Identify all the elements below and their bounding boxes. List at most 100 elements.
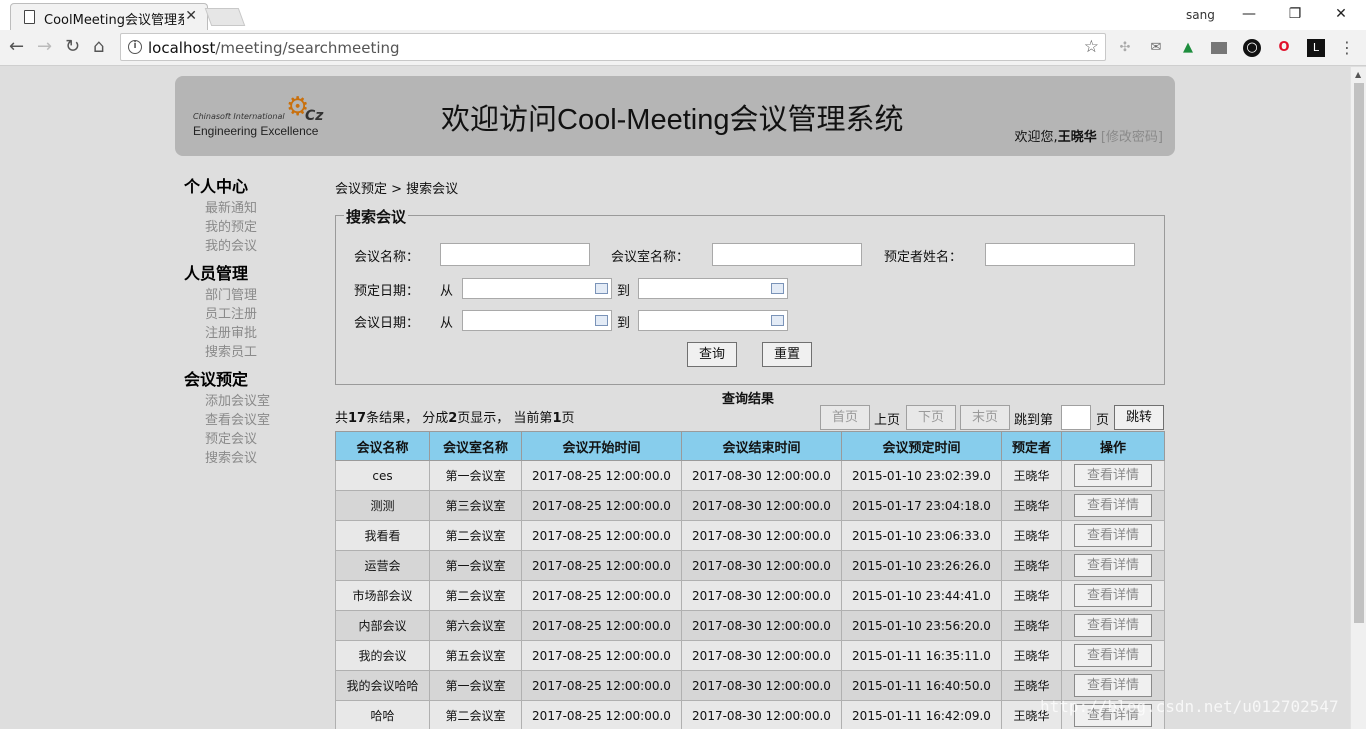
column-header: 预定者 bbox=[1001, 431, 1062, 461]
address-bar[interactable]: i localhost/meeting/searchmeeting ☆ bbox=[120, 33, 1106, 61]
table-cell: 2015-01-11 16:42:09.0 bbox=[841, 700, 1002, 729]
change-password-link[interactable]: [修改密码] bbox=[1101, 130, 1163, 145]
calendar-icon[interactable] bbox=[595, 315, 608, 326]
table-cell: 2017-08-25 12:00:00.0 bbox=[521, 610, 682, 641]
table-cell: 王晓华 bbox=[1001, 610, 1062, 641]
calendar-icon[interactable] bbox=[771, 283, 784, 294]
sidebar-section-title: 个人中心 bbox=[184, 179, 249, 196]
forward-icon[interactable]: → bbox=[37, 36, 52, 58]
table-row: ces 第一会议室 2017-08-25 12:00:00.0 2017-08-30 … bbox=[335, 460, 1165, 491]
table-cell: 哈哈 bbox=[335, 700, 430, 729]
calendar-icon[interactable] bbox=[771, 315, 784, 326]
welcome-text: 欢迎您,王晓华 [修改密码] bbox=[1014, 130, 1163, 145]
browser-tab-bar: CoolMeeting会议管理系 ✕ sang — ❐ ✕ bbox=[0, 0, 1366, 30]
view-details-button[interactable]: 查看详情 bbox=[1074, 614, 1152, 637]
results-summary: 共17条结果， 分成2页显示， 当前第1页 bbox=[335, 411, 575, 426]
jump-page-input[interactable] bbox=[1061, 405, 1091, 430]
sidebar-item-search-meetings[interactable]: 搜索会议 bbox=[205, 449, 304, 468]
search-form: 搜索会议 会议名称： 会议室名称： 预定者姓名： 预定日期： 从 到 会议日期：… bbox=[335, 206, 1165, 385]
sidebar-section-title: 会议预定 bbox=[184, 372, 249, 389]
last-page-button[interactable]: 末页 bbox=[960, 405, 1010, 430]
close-window-button[interactable]: ✕ bbox=[1318, 3, 1364, 25]
sidebar-item-latest-notices[interactable]: 最新通知 bbox=[205, 199, 304, 218]
watermark: http://blog.csdn.net/u012702547 bbox=[1040, 697, 1339, 716]
page-viewport: ⚙ Cz Chinasoft International Engineering… bbox=[0, 67, 1350, 729]
meeting-date-to-input[interactable] bbox=[638, 310, 788, 331]
tab-close-icon[interactable]: ✕ bbox=[185, 8, 197, 24]
next-page-button[interactable]: 下页 bbox=[906, 405, 956, 430]
column-header: 操作 bbox=[1061, 431, 1165, 461]
meeting-name-input[interactable] bbox=[440, 243, 590, 266]
table-cell: 王晓华 bbox=[1001, 520, 1062, 551]
home-icon[interactable]: ⌂ bbox=[93, 36, 104, 58]
table-row: 运营会 第一会议室 2017-08-25 12:00:00.0 2017-08-30 … bbox=[335, 550, 1165, 581]
calendar-icon[interactable] bbox=[595, 283, 608, 294]
table-cell: 2017-08-30 12:00:00.0 bbox=[681, 580, 842, 611]
table-cell: 2017-08-25 12:00:00.0 bbox=[521, 580, 682, 611]
jump-prefix-label: 跳到第 bbox=[1014, 413, 1054, 428]
view-details-button[interactable]: 查看详情 bbox=[1074, 644, 1152, 667]
results-title: 查询结果 bbox=[722, 392, 775, 407]
sidebar-item-my-reservations[interactable]: 我的预定 bbox=[205, 218, 304, 237]
reset-button[interactable]: 重置 bbox=[762, 342, 812, 367]
view-details-button[interactable]: 查看详情 bbox=[1074, 584, 1152, 607]
table-cell: 王晓华 bbox=[1001, 460, 1062, 491]
restore-button[interactable]: ❐ bbox=[1272, 3, 1318, 25]
table-cell: 2017-08-25 12:00:00.0 bbox=[521, 490, 682, 521]
view-details-button[interactable]: 查看详情 bbox=[1074, 494, 1152, 517]
view-details-button[interactable]: 查看详情 bbox=[1074, 674, 1152, 697]
first-page-button[interactable]: 首页 bbox=[820, 405, 870, 430]
page-scrollbar[interactable]: ▲ bbox=[1350, 67, 1366, 729]
meeting-date-from-input[interactable] bbox=[462, 310, 612, 331]
table-cell: 王晓华 bbox=[1001, 550, 1062, 581]
sidebar-item-register-employee[interactable]: 员工注册 bbox=[205, 305, 304, 324]
sidebar-item-search-employees[interactable]: 搜索员工 bbox=[205, 343, 304, 362]
scroll-up-icon[interactable]: ▲ bbox=[1355, 70, 1361, 79]
sidebar-item-my-meetings[interactable]: 我的会议 bbox=[205, 237, 304, 256]
view-details-button[interactable]: 查看详情 bbox=[1074, 524, 1152, 547]
circle-extension-icon[interactable]: ○ bbox=[1243, 39, 1261, 57]
profile-name[interactable]: sang bbox=[1186, 8, 1215, 22]
table-cell: 2017-08-25 12:00:00.0 bbox=[521, 700, 682, 729]
extension-puzzle-icon[interactable]: ✣ bbox=[1116, 39, 1134, 57]
table-cell: 市场部会议 bbox=[335, 580, 430, 611]
jump-button[interactable]: 跳转 bbox=[1114, 405, 1164, 430]
back-icon[interactable]: ← bbox=[9, 36, 24, 58]
sidebar-item-add-room[interactable]: 添加会议室 bbox=[205, 392, 304, 411]
sidebar-item-approve-registrations[interactable]: 注册审批 bbox=[205, 324, 304, 343]
query-button[interactable]: 查询 bbox=[687, 342, 737, 367]
extension-gray-icon[interactable] bbox=[1211, 42, 1227, 54]
menu-icon[interactable]: ⋮ bbox=[1338, 39, 1356, 57]
prev-page-link[interactable]: 上页 bbox=[874, 409, 900, 428]
reload-icon[interactable]: ↻ bbox=[65, 36, 80, 58]
table-cell: 第五会议室 bbox=[429, 640, 522, 671]
room-name-input[interactable] bbox=[712, 243, 862, 266]
opera-icon[interactable]: O bbox=[1275, 39, 1293, 57]
sidebar-section-personal: 个人中心 最新通知 我的预定 我的会议 bbox=[184, 177, 304, 256]
drive-icon[interactable]: ▲ bbox=[1179, 39, 1197, 57]
browser-tab[interactable]: CoolMeeting会议管理系 ✕ bbox=[10, 3, 208, 30]
view-details-button[interactable]: 查看详情 bbox=[1074, 554, 1152, 577]
sidebar-section-title: 人员管理 bbox=[184, 266, 249, 283]
table-row: 我的会议 第五会议室 2017-08-25 12:00:00.0 2017-08-30… bbox=[335, 640, 1165, 671]
reserver-name-input[interactable] bbox=[985, 243, 1135, 266]
from-label: 从 bbox=[440, 316, 454, 331]
reserve-date-from-input[interactable] bbox=[462, 278, 612, 299]
table-cell: 2015-01-10 23:02:39.0 bbox=[841, 460, 1002, 491]
scrollbar-thumb[interactable] bbox=[1354, 83, 1364, 623]
minimize-button[interactable]: — bbox=[1226, 3, 1272, 25]
bookmark-star-icon[interactable]: ☆ bbox=[1084, 37, 1099, 57]
dark-extension-icon[interactable]: L bbox=[1307, 39, 1325, 57]
new-tab-button[interactable] bbox=[204, 8, 246, 26]
logo-line1: Chinasoft International bbox=[193, 112, 285, 121]
table-cell: 王晓华 bbox=[1001, 670, 1062, 701]
reserve-date-to-input[interactable] bbox=[638, 278, 788, 299]
sidebar-item-departments[interactable]: 部门管理 bbox=[205, 286, 304, 305]
mail-extension-icon[interactable]: ✉ bbox=[1147, 39, 1165, 57]
view-details-button[interactable]: 查看详情 bbox=[1074, 464, 1152, 487]
sidebar-item-view-rooms[interactable]: 查看会议室 bbox=[205, 411, 304, 430]
info-icon[interactable]: i bbox=[128, 40, 142, 54]
sidebar-item-reserve-meeting[interactable]: 预定会议 bbox=[205, 430, 304, 449]
table-cell: 王晓华 bbox=[1001, 490, 1062, 521]
table-cell: 2017-08-30 12:00:00.0 bbox=[681, 640, 842, 671]
